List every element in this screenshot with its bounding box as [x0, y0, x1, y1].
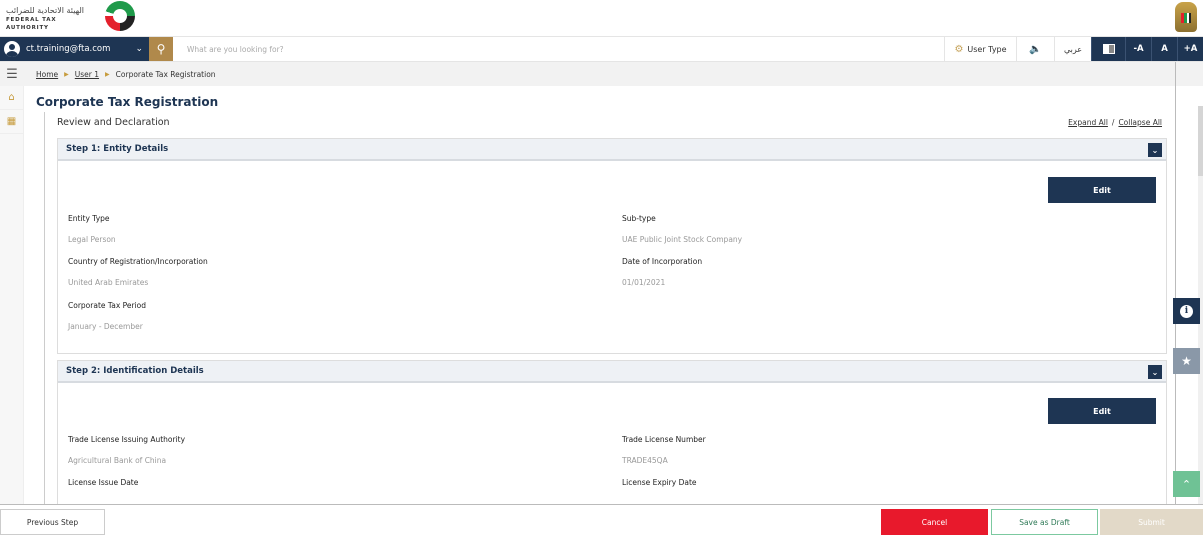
fta-logo-text[interactable]: الهيئة الاتحادية للضرائب FEDERAL TAX AUT… — [6, 6, 98, 32]
section-title: Review and Declaration — [57, 117, 170, 128]
field-label: Sub-type — [622, 214, 656, 223]
logo-arabic-text: الهيئة الاتحادية للضرائب — [6, 6, 84, 15]
star-icon: ★ — [1181, 354, 1192, 368]
step-title: Step 1: Entity Details — [66, 144, 169, 154]
field-value: Agricultural Bank of China — [68, 456, 167, 465]
top-nav: ct.training@fta.com ⌄ ⚲ ⚙ User Type 🔈 عر… — [0, 36, 1203, 62]
field-entity-type: Entity Type Legal Person — [68, 214, 116, 244]
user-type-label: User Type — [967, 44, 1007, 54]
language-toggle[interactable]: عربي — [1054, 37, 1091, 61]
user-avatar-icon — [4, 41, 20, 57]
info-button[interactable]: i — [1173, 298, 1200, 324]
field-date-of-incorporation: Date of Incorporation 01/01/2021 — [622, 257, 702, 287]
home-icon: ⌂ — [8, 92, 15, 103]
field-value: United Arab Emirates — [68, 278, 149, 287]
font-normal-button[interactable]: A — [1151, 37, 1177, 61]
link-separator: / — [1111, 118, 1115, 127]
fta-logo-icon[interactable] — [105, 1, 135, 31]
sidebar-item-apps[interactable]: ▦ — [0, 110, 23, 134]
field-label: Trade License Number — [622, 435, 706, 444]
search-button[interactable]: ⚲ — [149, 37, 173, 61]
breadcrumb-bar: ☰ Home ▶ User 1 ▶ Corporate Tax Registra… — [0, 62, 1203, 86]
contrast-toggle[interactable] — [1091, 37, 1125, 61]
info-icon: i — [1180, 304, 1193, 318]
user-type-button[interactable]: ⚙ User Type — [944, 37, 1016, 61]
search-input[interactable] — [173, 37, 944, 61]
chevron-down-icon[interactable]: ⌄ — [1148, 143, 1162, 157]
expand-all-link[interactable]: Expand All — [1068, 118, 1108, 127]
font-increase-button[interactable]: +A — [1177, 37, 1203, 61]
font-decrease-button[interactable]: -A — [1125, 37, 1151, 61]
scroll-to-top-button[interactable]: ⌃ — [1173, 471, 1200, 497]
field-value: 01/01/2021 — [622, 278, 666, 287]
field-label: Corporate Tax Period — [68, 301, 147, 310]
logo-english-text: FEDERAL TAX AUTHORITY — [6, 17, 57, 31]
edit-button[interactable]: Edit — [1048, 177, 1156, 203]
step-panel-entity-details: Step 1: Entity Details ⌄ Edit Entity Typ… — [57, 138, 1167, 354]
content-divider — [44, 112, 45, 504]
field-license-number: Trade License Number TRADE45QA — [622, 435, 706, 465]
field-value: TRADE45QA — [622, 456, 668, 465]
sidebar-item-home[interactable]: ⌂ — [0, 86, 23, 110]
speaker-icon: 🔈 — [1029, 43, 1042, 55]
breadcrumb-home[interactable]: Home — [36, 70, 58, 79]
expand-collapse-links: Expand All / Collapse All — [1068, 118, 1162, 127]
edit-button[interactable]: Edit — [1048, 398, 1156, 424]
favorite-button[interactable]: ★ — [1173, 348, 1200, 374]
field-value: Legal Person — [68, 235, 116, 244]
breadcrumb: Home ▶ User 1 ▶ Corporate Tax Registrati… — [36, 70, 216, 79]
page-title: Corporate Tax Registration — [36, 95, 219, 109]
double-chevron-up-icon: ⌃ — [1181, 477, 1192, 491]
field-value: UAE Public Joint Stock Company — [622, 235, 743, 244]
header-logo-bar: الهيئة الاتحادية للضرائب FEDERAL TAX AUT… — [0, 0, 1203, 36]
user-menu[interactable]: ct.training@fta.com ⌄ — [0, 37, 149, 61]
field-label: Entity Type — [68, 214, 110, 223]
field-license-expiry-date: License Expiry Date — [622, 478, 697, 487]
chevron-down-icon[interactable]: ⌄ — [135, 44, 143, 54]
breadcrumb-arrow-icon: ▶ — [64, 70, 69, 78]
breadcrumb-user[interactable]: User 1 — [75, 70, 99, 79]
field-label: License Expiry Date — [622, 478, 697, 487]
field-value: January - December — [68, 322, 143, 331]
grid-icon: ▦ — [6, 116, 17, 127]
hamburger-menu-icon[interactable]: ☰ — [0, 67, 24, 82]
field-sub-type: Sub-type UAE Public Joint Stock Company — [622, 214, 742, 244]
field-country: Country of Registration/Incorporation Un… — [68, 257, 208, 287]
text-to-speech-button[interactable]: 🔈 — [1016, 37, 1054, 61]
step-title: Step 2: Identification Details — [66, 366, 204, 376]
right-divider — [1175, 62, 1176, 504]
gear-icon: ⚙ — [954, 43, 964, 55]
save-as-draft-button[interactable]: Save as Draft — [991, 509, 1098, 535]
field-issuing-authority: Trade License Issuing Authority Agricult… — [68, 435, 185, 465]
scrollbar-thumb[interactable] — [1198, 106, 1203, 176]
left-sidebar: ⌂ ▦ — [0, 86, 24, 504]
field-tax-period: Corporate Tax Period January - December — [68, 301, 146, 331]
field-license-issue-date: License Issue Date — [68, 478, 138, 487]
field-label: License Issue Date — [68, 478, 139, 487]
field-label: Country of Registration/Incorporation — [68, 257, 208, 266]
breadcrumb-arrow-icon: ▶ — [105, 70, 110, 78]
footer-actions: Previous Step Cancel Save as Draft Submi… — [0, 504, 1203, 535]
submit-button[interactable]: Submit — [1100, 509, 1203, 535]
search-icon: ⚲ — [156, 42, 166, 56]
uae-emblem-icon — [1175, 2, 1197, 32]
user-email: ct.training@fta.com — [26, 44, 111, 54]
field-label: Date of Incorporation — [622, 257, 703, 266]
cancel-button[interactable]: Cancel — [881, 509, 988, 535]
step-header[interactable]: Step 1: Entity Details ⌄ — [58, 139, 1166, 161]
breadcrumb-current: Corporate Tax Registration — [115, 69, 216, 79]
step-panel-identification-details: Step 2: Identification Details ⌄ Edit Tr… — [57, 360, 1167, 510]
chevron-down-icon[interactable]: ⌄ — [1148, 365, 1162, 379]
contrast-icon — [1102, 44, 1115, 54]
step-header[interactable]: Step 2: Identification Details ⌄ — [58, 361, 1166, 383]
field-label: Trade License Issuing Authority — [68, 435, 186, 444]
previous-step-button[interactable]: Previous Step — [0, 509, 105, 535]
collapse-all-link[interactable]: Collapse All — [1118, 118, 1162, 127]
